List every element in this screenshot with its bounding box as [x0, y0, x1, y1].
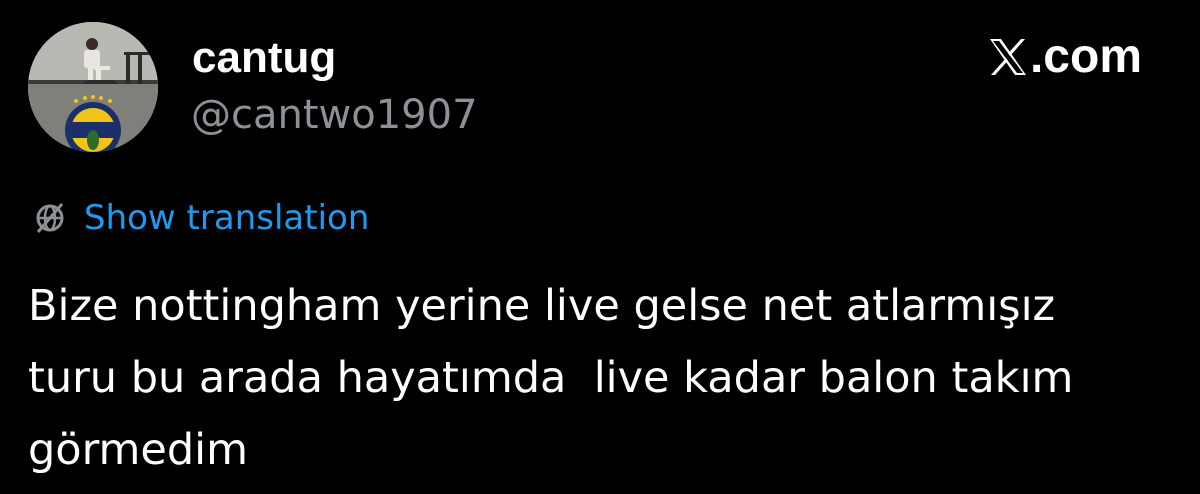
avatar[interactable]	[28, 22, 158, 152]
author-display-name[interactable]: cantug	[192, 36, 336, 80]
author-handle[interactable]: @cantwo1907	[191, 95, 478, 135]
brand-text: .com	[1029, 30, 1142, 83]
avatar-image	[28, 22, 158, 152]
translate-globe-icon	[36, 203, 64, 233]
show-translation-row[interactable]: Show translation	[32, 198, 369, 238]
tweet-line: Bize nottingham yerine live gelse net at…	[28, 281, 1056, 331]
tweet-line: görmedim	[28, 425, 248, 475]
show-translation-link[interactable]: Show translation	[84, 201, 369, 235]
brand-watermark: .com	[988, 32, 1142, 82]
tweet-body: Bize nottingham yerine live gelse net at…	[28, 270, 1178, 486]
tweet-line: turu bu arada hayatımda live kadar balon…	[28, 353, 1074, 403]
x-logo-icon	[989, 39, 1026, 75]
tweet-card: cantug @cantwo1907 .com Show translation…	[0, 0, 1200, 494]
